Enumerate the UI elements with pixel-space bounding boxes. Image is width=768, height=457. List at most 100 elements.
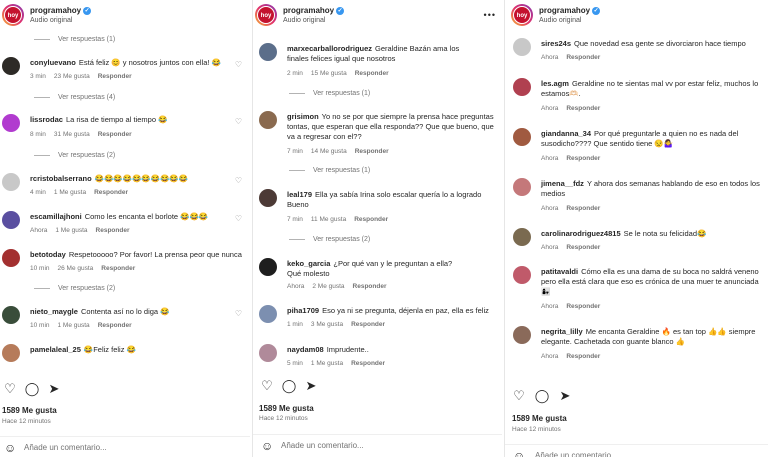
header-username[interactable]: programahoy ✓ [283, 6, 345, 15]
comment-username[interactable]: negrita_lilly [541, 327, 583, 336]
more-options-icon[interactable]: ••• [484, 10, 496, 20]
comment-username[interactable]: lissrodac [30, 115, 63, 124]
avatar[interactable] [2, 211, 20, 229]
avatar[interactable] [513, 38, 531, 56]
avatar[interactable] [513, 266, 531, 284]
audio-label[interactable]: Audio original [283, 17, 325, 24]
comment-likes[interactable]: 1 Me gusta [55, 227, 87, 234]
comment-likes[interactable]: 11 Me gusta [311, 216, 346, 223]
profile-avatar[interactable]: hoy [2, 4, 24, 26]
comment-username[interactable]: giandanna_34 [541, 129, 591, 138]
comment-username[interactable]: sires24s [541, 39, 571, 48]
avatar[interactable] [259, 305, 277, 323]
audio-label[interactable]: Audio original [539, 17, 581, 24]
comment-input[interactable]: Añade un comentario... [281, 441, 364, 450]
audio-label[interactable]: Audio original [30, 17, 72, 24]
comment-likes[interactable]: 23 Me gusta [54, 73, 90, 80]
reply-button[interactable]: Responder [566, 205, 600, 212]
view-replies-button[interactable]: Ver respuestas (2) [34, 285, 115, 292]
avatar[interactable] [513, 78, 531, 96]
comment-username[interactable]: naydam08 [287, 345, 324, 354]
comment-username[interactable]: conyluevano [30, 58, 76, 67]
comment-likes[interactable]: 26 Me gusta [58, 265, 94, 272]
avatar[interactable] [2, 306, 20, 324]
header-username[interactable]: programahoy ✓ [30, 6, 92, 15]
comment-likes[interactable]: 14 Me gusta [311, 148, 347, 155]
view-replies-button[interactable]: Ver respuestas (1) [289, 167, 370, 174]
like-icon[interactable]: ♡ [259, 378, 275, 394]
comment-username[interactable]: escamillajhoni [30, 212, 82, 221]
comment-icon[interactable]: ◯ [534, 388, 550, 404]
share-icon[interactable]: ➤ [557, 388, 573, 404]
like-icon[interactable]: ♡ [2, 381, 18, 397]
avatar[interactable] [259, 344, 277, 362]
comment-likes[interactable]: 1 Me gusta [54, 189, 86, 196]
view-replies-button[interactable]: Ver respuestas (1) [289, 90, 370, 97]
heart-icon[interactable]: ♡ [235, 214, 242, 223]
comment-likes[interactable]: 1 Me gusta [311, 360, 343, 367]
likes-count[interactable]: 1589 Me gusta [512, 414, 567, 423]
profile-avatar[interactable]: hoy [511, 4, 533, 26]
reply-button[interactable]: Responder [566, 244, 600, 251]
reply-button[interactable]: Responder [96, 227, 130, 234]
avatar[interactable] [2, 249, 20, 267]
reply-button[interactable]: Responder [566, 105, 600, 112]
heart-icon[interactable]: ♡ [235, 309, 242, 318]
avatar[interactable] [2, 173, 20, 191]
reply-button[interactable]: Responder [355, 148, 389, 155]
view-replies-button[interactable]: Ver respuestas (4) [34, 94, 115, 101]
comment-icon[interactable]: ◯ [281, 378, 297, 394]
comment-username[interactable]: carolinarodriguez4815 [541, 229, 621, 238]
reply-button[interactable]: Responder [94, 189, 128, 196]
comment-username[interactable]: marxecarballorodriguez [287, 44, 372, 53]
reply-button[interactable]: Responder [351, 360, 385, 367]
comment-input[interactable]: Añade un comentario... [535, 451, 618, 457]
comment-username[interactable]: les.agm [541, 79, 569, 88]
heart-icon[interactable]: ♡ [235, 176, 242, 185]
reply-button[interactable]: Responder [98, 73, 132, 80]
comment-likes[interactable]: 2 Me gusta [312, 283, 344, 290]
reply-button[interactable]: Responder [101, 265, 135, 272]
reply-button[interactable]: Responder [566, 54, 600, 61]
comment-likes[interactable]: 31 Me gusta [54, 131, 90, 138]
avatar[interactable] [259, 43, 277, 61]
comment-icon[interactable]: ◯ [24, 381, 40, 397]
comment-likes[interactable]: 3 Me gusta [311, 321, 343, 328]
heart-icon[interactable]: ♡ [235, 60, 242, 69]
reply-button[interactable]: Responder [98, 322, 132, 329]
avatar[interactable] [2, 114, 20, 132]
likes-count[interactable]: 1589 Me gusta [2, 406, 57, 415]
view-replies-button[interactable]: Ver respuestas (2) [289, 236, 370, 243]
reply-button[interactable]: Responder [566, 155, 600, 162]
comment-input[interactable]: Añade un comentario... [24, 443, 107, 452]
avatar[interactable] [513, 326, 531, 344]
comment-username[interactable]: piha1709 [287, 306, 319, 315]
reply-button[interactable]: Responder [566, 353, 600, 360]
emoji-icon[interactable]: ☺ [4, 441, 16, 455]
view-replies-button[interactable]: Ver respuestas (2) [34, 152, 115, 159]
reply-button[interactable]: Responder [351, 321, 385, 328]
reply-button[interactable]: Responder [354, 216, 388, 223]
avatar[interactable] [513, 228, 531, 246]
profile-avatar[interactable]: hoy [255, 4, 277, 26]
avatar[interactable] [2, 344, 20, 362]
reply-button[interactable]: Responder [566, 303, 600, 310]
comment-username[interactable]: jimena__fdz [541, 179, 584, 188]
avatar[interactable] [259, 111, 277, 129]
header-username[interactable]: programahoy ✓ [539, 6, 601, 15]
emoji-icon[interactable]: ☺ [513, 449, 525, 457]
reply-button[interactable]: Responder [355, 70, 389, 77]
avatar[interactable] [259, 189, 277, 207]
likes-count[interactable]: 1589 Me gusta [259, 404, 314, 413]
comment-username[interactable]: patitavaldi [541, 267, 578, 276]
reply-button[interactable]: Responder [98, 131, 132, 138]
comment-username[interactable]: pamelaleal_25 [30, 345, 81, 354]
comment-likes[interactable]: 15 Me gusta [311, 70, 347, 77]
heart-icon[interactable]: ♡ [235, 117, 242, 126]
share-icon[interactable]: ➤ [46, 381, 62, 397]
like-icon[interactable]: ♡ [511, 388, 527, 404]
comment-username[interactable]: betotoday [30, 250, 66, 259]
view-replies-button[interactable]: Ver respuestas (1) [34, 36, 115, 43]
reply-button[interactable]: Responder [353, 283, 387, 290]
comment-username[interactable]: keko_garcia [287, 259, 330, 268]
